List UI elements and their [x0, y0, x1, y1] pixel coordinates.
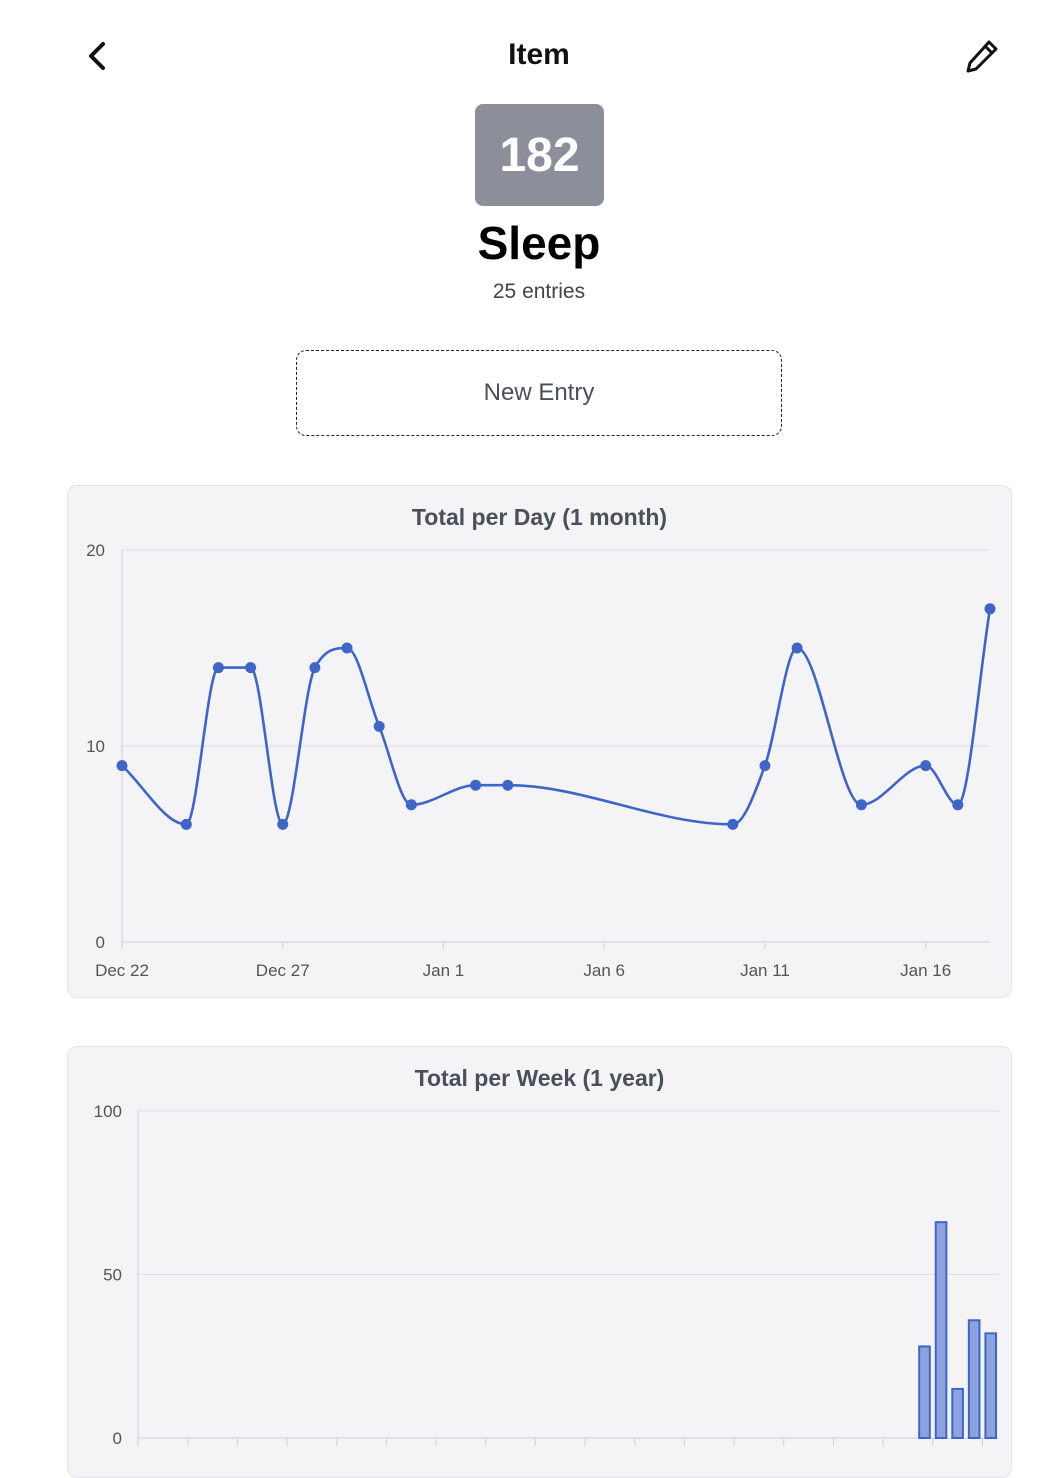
weekly-bar-chart: 0 50 100: [94, 1102, 999, 1448]
bar: [967, 1319, 981, 1439]
data-point: [759, 760, 771, 772]
weekly-chart-card: Total per Week (1 year) 0 50 100: [67, 1046, 1012, 1478]
x-tick-label: Dec 22: [95, 961, 149, 980]
bar: [984, 1332, 998, 1439]
data-point: [341, 642, 353, 654]
entries-count: 25 entries: [492, 280, 586, 303]
y-tick-label: 100: [94, 1102, 122, 1121]
y-tick-label: 10: [86, 737, 105, 756]
bar: [951, 1387, 964, 1440]
y-tick-label: 0: [96, 933, 105, 952]
item-value-badge: 182: [475, 104, 604, 206]
y-tick-label: 0: [113, 1429, 122, 1448]
x-tick-label: Jan 11: [740, 961, 790, 980]
daily-line-chart: 0 10 20 Dec 22 Dec 27 Jan 1 Jan 6 Jan 11 Jan 16: [86, 541, 996, 980]
pencil-icon: [966, 40, 998, 73]
data-point: [245, 662, 257, 674]
page-title: Item: [508, 38, 570, 71]
data-point: [373, 720, 385, 732]
x-tick-label: Dec 27: [256, 961, 310, 980]
item-name: Sleep: [477, 217, 601, 269]
top-bar: Item: [0, 0, 1056, 110]
data-point: [727, 818, 739, 830]
data-point: [470, 779, 482, 791]
data-point: [952, 799, 964, 811]
series-line: [121, 608, 992, 826]
data-point: [212, 662, 224, 674]
bar: [934, 1221, 948, 1439]
data-point: [309, 662, 321, 674]
data-point: [277, 818, 289, 830]
data-point: [116, 760, 128, 772]
daily-chart-card: Total per Day (1 month) 0 10 20 Dec 22 Dec 2…: [67, 485, 1012, 998]
y-tick-label: 20: [86, 541, 105, 560]
data-point: [405, 799, 417, 811]
data-point: [855, 799, 867, 811]
new-entry-button[interactable]: New Entry: [296, 350, 782, 436]
data-point: [502, 779, 514, 791]
x-tick-label: Jan 1: [423, 961, 465, 980]
data-point: [791, 642, 803, 654]
x-tick-label: Jan 16: [900, 961, 951, 980]
x-tick-label: Jan 6: [583, 961, 625, 980]
y-tick-label: 50: [103, 1266, 122, 1285]
data-point: [920, 760, 932, 772]
bar: [918, 1345, 931, 1439]
data-point: [180, 818, 192, 830]
edit-button[interactable]: [962, 36, 1002, 76]
data-point: [984, 603, 996, 615]
